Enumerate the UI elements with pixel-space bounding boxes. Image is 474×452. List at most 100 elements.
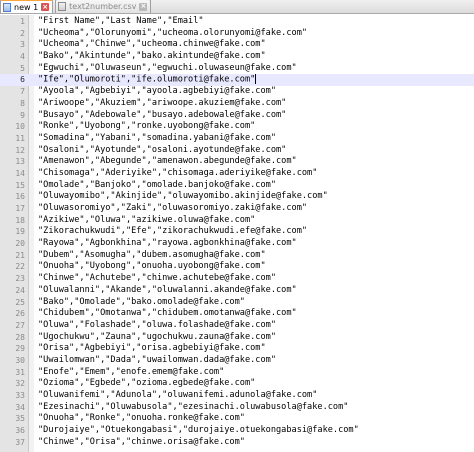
line-text[interactable]: "Ucheoma","Chinwe","ucheoma.chinwe@fake.…: [29, 39, 266, 51]
editor-line[interactable]: 36 "Durojaiye","Otuekongabasi","durojaiye…: [0, 425, 474, 437]
line-text[interactable]: "Ezesinachi","Oluwabusola","ezesinachi.o…: [29, 402, 348, 414]
line-number: 9: [20, 110, 25, 120]
line-number: 10: [15, 122, 25, 132]
line-text[interactable]: "Oluwa","Folashade","oluwa.folashade@fak…: [29, 320, 276, 332]
line-text[interactable]: "Azikiwe","Oluwa","azikiwe.oluwa@fake.co…: [29, 215, 255, 227]
line-text[interactable]: "Durojaiye","Otuekongabasi","durojaiye.o…: [29, 425, 359, 437]
editor-line[interactable]: 30 "Uwailomwan","Dada","uwailomwan.dada@f…: [0, 355, 474, 367]
line-text[interactable]: "Busayo","Adebowale","busayo.adebowale@f…: [29, 110, 286, 122]
editor-line[interactable]: 37 "Chinwe","Orisa","chinwe.orisa@fake.co…: [0, 437, 474, 449]
line-text[interactable]: "Omolade","Banjoko","omolade.banjoko@fak…: [29, 180, 276, 192]
line-text[interactable]: "Egwuchi","Oluwaseun","egwuchi.oluwaseun…: [29, 63, 297, 75]
line-number: 37: [15, 437, 25, 447]
line-text[interactable]: "Enofe","Emem","enofe.emem@fake.com": [29, 367, 224, 379]
line-number: 15: [15, 180, 25, 190]
editor-line[interactable]: 17 "Oluwasoromiyo","Zaki","oluwasoromiyo.…: [0, 203, 474, 215]
editor-line[interactable]: 19 "Zikorachukwudi","Efe","zikorachukwudi…: [0, 226, 474, 238]
line-number: 16: [15, 192, 25, 202]
line-text[interactable]: "Ozioma","Egbede","ozioma.egbede@fake.co…: [29, 378, 255, 390]
line-text[interactable]: "Ayoola","Agbebiyi","ayoola.agbebiyi@fak…: [29, 86, 276, 98]
editor-line[interactable]: 3 "Ucheoma","Chinwe","ucheoma.chinwe@fake…: [0, 39, 474, 51]
editor-line[interactable]: 33 "Oluwanifemi","Adunola","oluwanifemi.a…: [0, 390, 474, 402]
line-text[interactable]: "Chisomaga","Aderiyike","chisomaga.aderi…: [29, 168, 317, 180]
editor-line[interactable]: 25 "Bako","Omolade","bako.omolade@fake.co…: [0, 297, 474, 309]
line-text[interactable]: "Bako","Akintunde","bako.akintunde@fake.…: [29, 51, 266, 63]
tab-text2number-csv[interactable]: text2number.csv ×: [55, 0, 152, 13]
editor-line[interactable]: 31 "Enofe","Emem","enofe.emem@fake.com": [0, 367, 474, 379]
line-number: 33: [15, 391, 25, 400]
editor-line[interactable]: 28 "Ugochukwu","Zauna","ugochukwu.zauna@f…: [0, 332, 474, 344]
editor-line[interactable]: 29 "Orisa","Agbebiyi","orisa.agbebiyi@fak…: [0, 343, 474, 355]
line-text[interactable]: "Zikorachukwudi","Efe","zikorachukwudi.e…: [29, 226, 307, 238]
line-text[interactable]: "Chinwe","Achutebe","chinwe.achutebe@fak…: [29, 273, 276, 285]
line-text[interactable]: "Oluwasoromiyo","Zaki","oluwasoromiyo.za…: [29, 203, 307, 215]
line-text[interactable]: "Osaloni","Ayotunde","osaloni.ayotunde@f…: [29, 145, 286, 157]
line-text[interactable]: "Ucheoma","Olorunyomi","ucheoma.olorunyo…: [29, 28, 307, 40]
line-number: 35: [15, 414, 25, 424]
line-text[interactable]: "Uwailomwan","Dada","uwailomwan.dada@fak…: [29, 355, 276, 367]
line-text[interactable]: "Oluwayomibo","Akinjide","oluwayomibo.ak…: [29, 191, 328, 203]
editor[interactable]: 1 "First Name","Last Name","Email" 2 "Ucheo…: [0, 15, 474, 452]
tab-label: text2number.csv: [69, 2, 137, 11]
editor-line[interactable]: 11 "Somadina","Yabani","somadina.yabani@f…: [0, 133, 474, 145]
editor-line[interactable]: 2 "Ucheoma","Olorunyomi","ucheoma.oloruny…: [0, 28, 474, 40]
editor-line[interactable]: 1 "First Name","Last Name","Email": [0, 16, 474, 28]
close-icon[interactable]: ×: [139, 2, 148, 11]
line-number: 14: [15, 168, 25, 178]
tab-new-1[interactable]: new 1 ×: [0, 0, 54, 13]
line-number: 31: [15, 367, 25, 377]
editor-line[interactable]: 9 "Busayo","Adebowale","busayo.adebowale@…: [0, 110, 474, 122]
file-icon: [3, 2, 11, 12]
line-number: 32: [15, 379, 25, 389]
editor-line[interactable]: 27 "Oluwa","Folashade","oluwa.folashade@f…: [0, 320, 474, 332]
close-icon[interactable]: ×: [41, 3, 50, 11]
line-text[interactable]: "Onuoha","Uyobong","onuoha.uyobong@fake.…: [29, 261, 266, 273]
editor-line[interactable]: 15 "Omolade","Banjoko","omolade.banjoko@f…: [0, 180, 474, 192]
editor-line[interactable]: 23 "Chinwe","Achutebe","chinwe.achutebe@f…: [0, 273, 474, 285]
line-number: 27: [15, 320, 25, 330]
editor-line[interactable]: 26 "Chidubem","Omotanwa","chidubem.omotan…: [0, 308, 474, 320]
editor-line[interactable]: 7 "Ayoola","Agbebiyi","ayoola.agbebiyi@fa…: [0, 86, 474, 98]
line-text[interactable]: "Oluwanifemi","Adunola","oluwanifemi.adu…: [29, 390, 317, 402]
line-text[interactable]: "Bako","Omolade","bako.omolade@fake.com": [29, 297, 245, 309]
editor-line[interactable]: 35 "Onuoha","Ronke","onuoha.ronke@fake.co…: [0, 413, 474, 425]
line-number: 28: [15, 332, 25, 342]
editor-line[interactable]: 20 "Rayowa","Agbonkhina","rayowa.agbonkhi…: [0, 238, 474, 250]
line-number: 6: [20, 75, 25, 85]
line-text[interactable]: "Ronke","Uyobong","ronke.uyobong@fake.co…: [29, 121, 255, 133]
editor-line[interactable]: 8 "Ariwoope","Akuziem","ariwoope.akuziem@…: [0, 98, 474, 110]
editor-line[interactable]: 6 "Ife","Olumoroti","ife.olumoroti@fake.c…: [0, 74, 474, 87]
text-area[interactable]: 1 "First Name","Last Name","Email" 2 "Ucheo…: [0, 16, 474, 448]
line-text[interactable]: "Rayowa","Agbonkhina","rayowa.agbonkhina…: [29, 238, 297, 250]
line-number: 19: [15, 227, 25, 237]
editor-line[interactable]: 13 "Amenawon","Abegunde","amenawon.abegun…: [0, 156, 474, 168]
editor-line[interactable]: 10 "Ronke","Uyobong","ronke.uyobong@fake.…: [0, 121, 474, 133]
editor-line[interactable]: 5 "Egwuchi","Oluwaseun","egwuchi.oluwaseu…: [0, 63, 474, 75]
editor-line[interactable]: 4 "Bako","Akintunde","bako.akintunde@fake…: [0, 51, 474, 63]
editor-line[interactable]: 22 "Onuoha","Uyobong","onuoha.uyobong@fak…: [0, 261, 474, 273]
editor-line[interactable]: 32 "Ozioma","Egbede","ozioma.egbede@fake.…: [0, 378, 474, 390]
text-cursor: [255, 74, 257, 85]
editor-line[interactable]: 16 "Oluwayomibo","Akinjide","oluwayomibo.…: [0, 191, 474, 203]
editor-line[interactable]: 18 "Azikiwe","Oluwa","azikiwe.oluwa@fake.…: [0, 215, 474, 227]
line-number: 25: [15, 297, 25, 307]
line-text[interactable]: "Oluwalanni","Akande","oluwalanni.akande…: [29, 285, 297, 297]
line-text[interactable]: "Ariwoope","Akuziem","ariwoope.akuziem@f…: [29, 98, 286, 110]
line-text[interactable]: "Orisa","Agbebiyi","orisa.agbebiyi@fake.…: [29, 343, 266, 355]
line-text[interactable]: "Chinwe","Orisa","chinwe.orisa@fake.com": [29, 437, 245, 449]
editor-line[interactable]: 14 "Chisomaga","Aderiyike","chisomaga.ade…: [0, 168, 474, 180]
editor-line[interactable]: 34 "Ezesinachi","Oluwabusola","ezesinachi…: [0, 402, 474, 414]
line-text[interactable]: "Somadina","Yabani","somadina.yabani@fak…: [29, 133, 276, 145]
line-text[interactable]: "Ife","Olumoroti","ife.olumoroti@fake.co…: [29, 74, 257, 86]
editor-line[interactable]: 24 "Oluwalanni","Akande","oluwalanni.akan…: [0, 285, 474, 297]
line-text[interactable]: "Ugochukwu","Zauna","ugochukwu.zauna@fak…: [29, 332, 276, 344]
line-text[interactable]: "Dubem","Asomugha","dubem.asomugha@fake.…: [29, 250, 266, 262]
line-number: 7: [20, 87, 25, 97]
line-text[interactable]: "Chidubem","Omotanwa","chidubem.omotanwa…: [29, 308, 297, 320]
editor-line[interactable]: 21 "Dubem","Asomugha","dubem.asomugha@fak…: [0, 250, 474, 262]
line-text[interactable]: "First Name","Last Name","Email": [29, 16, 204, 28]
line-text[interactable]: "Amenawon","Abegunde","amenawon.abegunde…: [29, 156, 297, 168]
line-text[interactable]: "Onuoha","Ronke","onuoha.ronke@fake.com": [29, 413, 245, 425]
editor-line[interactable]: 12 "Osaloni","Ayotunde","osaloni.ayotunde…: [0, 145, 474, 157]
line-number: 2: [20, 28, 25, 38]
